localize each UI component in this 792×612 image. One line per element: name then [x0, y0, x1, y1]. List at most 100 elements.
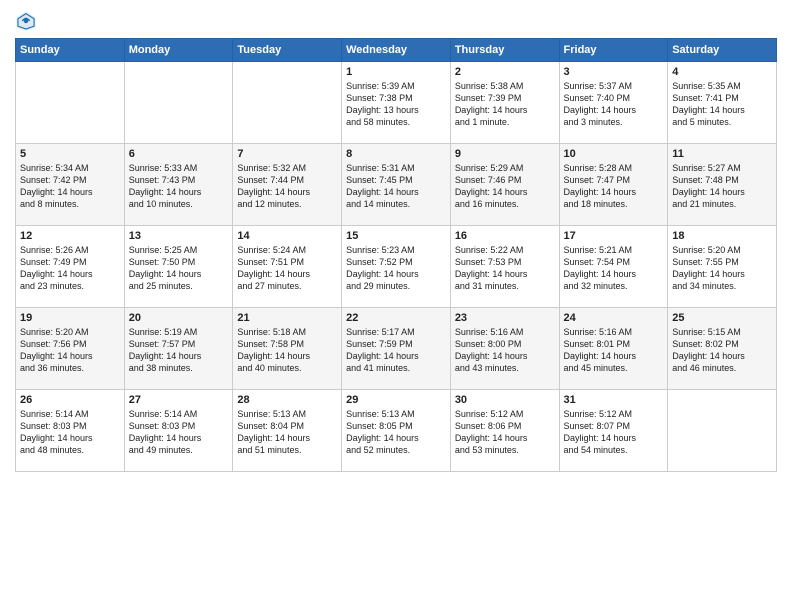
calendar-cell: 23Sunrise: 5:16 AM Sunset: 8:00 PM Dayli…: [450, 308, 559, 390]
calendar-cell: 19Sunrise: 5:20 AM Sunset: 7:56 PM Dayli…: [16, 308, 125, 390]
weekday-header-friday: Friday: [559, 39, 668, 62]
day-number: 16: [455, 230, 555, 242]
cell-text: Sunrise: 5:27 AM Sunset: 7:48 PM Dayligh…: [672, 162, 772, 211]
weekday-header-tuesday: Tuesday: [233, 39, 342, 62]
cell-text: Sunrise: 5:18 AM Sunset: 7:58 PM Dayligh…: [237, 326, 337, 375]
calendar-cell: 7 Sunrise: 5:32 AM Sunset: 7:44 PM Daylig…: [233, 144, 342, 226]
weekday-header-monday: Monday: [124, 39, 233, 62]
cell-text: Sunrise: 5:28 AM Sunset: 7:47 PM Dayligh…: [564, 162, 664, 211]
calendar-cell: 14 Sunrise: 5:24 AM Sunset: 7:51 PM Dayli…: [233, 226, 342, 308]
calendar-cell: 21 Sunrise: 5:18 AM Sunset: 7:58 PM Dayli…: [233, 308, 342, 390]
calendar-cell: 26Sunrise: 5:14 AM Sunset: 8:03 PM Dayli…: [16, 390, 125, 472]
cell-text: Sunrise: 5:12 AM Sunset: 8:07 PM Dayligh…: [564, 408, 664, 457]
calendar-cell: [668, 390, 777, 472]
calendar-cell: 11 Sunrise: 5:27 AM Sunset: 7:48 PM Dayli…: [668, 144, 777, 226]
day-number: 25: [672, 312, 772, 324]
calendar-cell: 25 Sunrise: 5:15 AM Sunset: 8:02 PM Dayli…: [668, 308, 777, 390]
cell-text: Sunrise: 5:38 AM Sunset: 7:39 PM Dayligh…: [455, 80, 555, 129]
week-row-3: 12 Sunrise: 5:26 AM Sunset: 7:49 PM Dayli…: [16, 226, 777, 308]
cell-text: Sunrise: 5:15 AM Sunset: 8:02 PM Dayligh…: [672, 326, 772, 375]
cell-text: Sunrise: 5:32 AM Sunset: 7:44 PM Dayligh…: [237, 162, 337, 211]
calendar-cell: 15Sunrise: 5:23 AM Sunset: 7:52 PM Dayli…: [342, 226, 451, 308]
day-number: 11: [672, 148, 772, 160]
cell-text: Sunrise: 5:26 AM Sunset: 7:49 PM Dayligh…: [20, 244, 120, 293]
calendar-cell: 13 Sunrise: 5:25 AM Sunset: 7:50 PM Dayli…: [124, 226, 233, 308]
cell-text: Sunrise: 5:29 AM Sunset: 7:46 PM Dayligh…: [455, 162, 555, 211]
day-number: 21: [237, 312, 337, 324]
day-number: 9: [455, 148, 555, 160]
calendar-cell: 3 Sunrise: 5:37 AM Sunset: 7:40 PM Daylig…: [559, 62, 668, 144]
cell-text: Sunrise: 5:13 AM Sunset: 8:04 PM Dayligh…: [237, 408, 337, 457]
calendar-cell: 8 Sunrise: 5:31 AM Sunset: 7:45 PM Daylig…: [342, 144, 451, 226]
day-number: 18: [672, 230, 772, 242]
cell-text: Sunrise: 5:16 AM Sunset: 8:00 PM Dayligh…: [455, 326, 555, 375]
calendar-cell: [233, 62, 342, 144]
cell-text: Sunrise: 5:25 AM Sunset: 7:50 PM Dayligh…: [129, 244, 229, 293]
cell-text: Sunrise: 5:39 AM Sunset: 7:38 PM Dayligh…: [346, 80, 446, 129]
day-number: 1: [346, 66, 446, 78]
week-row-4: 19Sunrise: 5:20 AM Sunset: 7:56 PM Dayli…: [16, 308, 777, 390]
day-number: 6: [129, 148, 229, 160]
calendar-cell: 6Sunrise: 5:33 AM Sunset: 7:43 PM Daylig…: [124, 144, 233, 226]
calendar-cell: [124, 62, 233, 144]
cell-text: Sunrise: 5:19 AM Sunset: 7:57 PM Dayligh…: [129, 326, 229, 375]
day-number: 24: [564, 312, 664, 324]
calendar-cell: 1 Sunrise: 5:39 AM Sunset: 7:38 PM Daylig…: [342, 62, 451, 144]
day-number: 30: [455, 394, 555, 406]
page-header: [15, 10, 777, 32]
cell-text: Sunrise: 5:22 AM Sunset: 7:53 PM Dayligh…: [455, 244, 555, 293]
calendar-cell: 24 Sunrise: 5:16 AM Sunset: 8:01 PM Dayli…: [559, 308, 668, 390]
day-number: 31: [564, 394, 664, 406]
day-number: 7: [237, 148, 337, 160]
cell-text: Sunrise: 5:34 AM Sunset: 7:42 PM Dayligh…: [20, 162, 120, 211]
day-number: 20: [129, 312, 229, 324]
calendar-cell: 12 Sunrise: 5:26 AM Sunset: 7:49 PM Dayli…: [16, 226, 125, 308]
day-number: 5: [20, 148, 120, 160]
week-row-2: 5 Sunrise: 5:34 AM Sunset: 7:42 PM Daylig…: [16, 144, 777, 226]
day-number: 4: [672, 66, 772, 78]
week-row-5: 26Sunrise: 5:14 AM Sunset: 8:03 PM Dayli…: [16, 390, 777, 472]
calendar-table: SundayMondayTuesdayWednesdayThursdayFrid…: [15, 38, 777, 472]
cell-text: Sunrise: 5:37 AM Sunset: 7:40 PM Dayligh…: [564, 80, 664, 129]
day-number: 26: [20, 394, 120, 406]
day-number: 3: [564, 66, 664, 78]
weekday-header-wednesday: Wednesday: [342, 39, 451, 62]
weekday-header-sunday: Sunday: [16, 39, 125, 62]
cell-text: Sunrise: 5:21 AM Sunset: 7:54 PM Dayligh…: [564, 244, 664, 293]
calendar-cell: [16, 62, 125, 144]
day-number: 8: [346, 148, 446, 160]
cell-text: Sunrise: 5:16 AM Sunset: 8:01 PM Dayligh…: [564, 326, 664, 375]
cell-text: Sunrise: 5:20 AM Sunset: 7:55 PM Dayligh…: [672, 244, 772, 293]
weekday-header-saturday: Saturday: [668, 39, 777, 62]
calendar-cell: 17Sunrise: 5:21 AM Sunset: 7:54 PM Dayli…: [559, 226, 668, 308]
calendar-cell: 5 Sunrise: 5:34 AM Sunset: 7:42 PM Daylig…: [16, 144, 125, 226]
weekday-header-row: SundayMondayTuesdayWednesdayThursdayFrid…: [16, 39, 777, 62]
logo-icon: [15, 10, 37, 32]
cell-text: Sunrise: 5:17 AM Sunset: 7:59 PM Dayligh…: [346, 326, 446, 375]
day-number: 14: [237, 230, 337, 242]
calendar-cell: 2 Sunrise: 5:38 AM Sunset: 7:39 PM Daylig…: [450, 62, 559, 144]
day-number: 28: [237, 394, 337, 406]
cell-text: Sunrise: 5:23 AM Sunset: 7:52 PM Dayligh…: [346, 244, 446, 293]
calendar-cell: 28 Sunrise: 5:13 AM Sunset: 8:04 PM Dayli…: [233, 390, 342, 472]
day-number: 12: [20, 230, 120, 242]
calendar-cell: 22 Sunrise: 5:17 AM Sunset: 7:59 PM Dayli…: [342, 308, 451, 390]
day-number: 2: [455, 66, 555, 78]
day-number: 10: [564, 148, 664, 160]
cell-text: Sunrise: 5:35 AM Sunset: 7:41 PM Dayligh…: [672, 80, 772, 129]
calendar-cell: 16 Sunrise: 5:22 AM Sunset: 7:53 PM Dayli…: [450, 226, 559, 308]
cell-text: Sunrise: 5:24 AM Sunset: 7:51 PM Dayligh…: [237, 244, 337, 293]
day-number: 29: [346, 394, 446, 406]
week-row-1: 1 Sunrise: 5:39 AM Sunset: 7:38 PM Daylig…: [16, 62, 777, 144]
calendar-cell: 20 Sunrise: 5:19 AM Sunset: 7:57 PM Dayli…: [124, 308, 233, 390]
calendar-cell: 10 Sunrise: 5:28 AM Sunset: 7:47 PM Dayli…: [559, 144, 668, 226]
page-container: SundayMondayTuesdayWednesdayThursdayFrid…: [0, 0, 792, 482]
calendar-cell: 18 Sunrise: 5:20 AM Sunset: 7:55 PM Dayli…: [668, 226, 777, 308]
weekday-header-thursday: Thursday: [450, 39, 559, 62]
calendar-cell: 9 Sunrise: 5:29 AM Sunset: 7:46 PM Daylig…: [450, 144, 559, 226]
day-number: 13: [129, 230, 229, 242]
calendar-cell: 30Sunrise: 5:12 AM Sunset: 8:06 PM Dayli…: [450, 390, 559, 472]
day-number: 22: [346, 312, 446, 324]
cell-text: Sunrise: 5:20 AM Sunset: 7:56 PM Dayligh…: [20, 326, 120, 375]
cell-text: Sunrise: 5:31 AM Sunset: 7:45 PM Dayligh…: [346, 162, 446, 211]
